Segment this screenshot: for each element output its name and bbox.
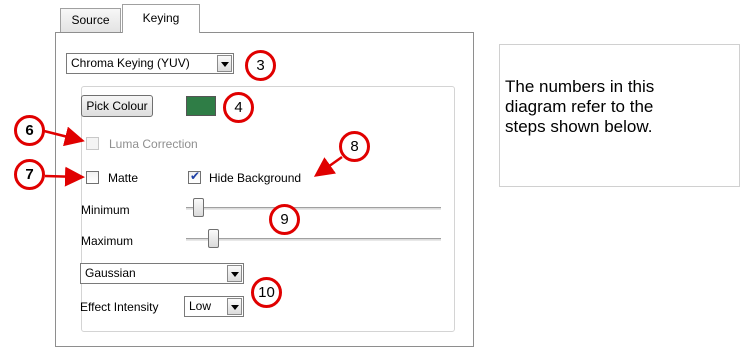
- step-6-badge: 6: [14, 115, 45, 146]
- tab-keying[interactable]: Keying: [122, 4, 200, 33]
- maximum-slider-track[interactable]: [186, 238, 441, 241]
- maximum-slider-thumb[interactable]: [208, 229, 219, 248]
- tab-source[interactable]: Source: [60, 8, 121, 32]
- chevron-down-icon[interactable]: [227, 298, 242, 315]
- luma-correction-label: Luma Correction: [109, 137, 198, 151]
- matte-checkbox[interactable]: [86, 171, 99, 184]
- colour-swatch[interactable]: [186, 96, 216, 116]
- effect-intensity-label: Effect Intensity: [80, 300, 159, 314]
- minimum-label: Minimum: [81, 203, 130, 217]
- keying-mode-value: Chroma Keying (YUV): [71, 56, 190, 70]
- keying-mode-dropdown[interactable]: Chroma Keying (YUV): [66, 53, 234, 74]
- chevron-down-icon[interactable]: [227, 265, 242, 282]
- step-7-badge: 7: [14, 159, 45, 190]
- step-8-badge: 8: [339, 131, 370, 162]
- step-9-badge: 9: [269, 204, 300, 235]
- hide-background-checkbox[interactable]: [188, 169, 201, 184]
- minimum-slider-thumb[interactable]: [193, 198, 204, 217]
- hide-background-label: Hide Background: [209, 171, 302, 185]
- minimum-slider-track[interactable]: [186, 207, 441, 210]
- matte-label: Matte: [108, 171, 139, 185]
- step-10-badge: 10: [251, 277, 282, 308]
- instruction-note-text: The numbers in this diagram refer to the…: [505, 77, 655, 136]
- luma-correction-checkbox[interactable]: [86, 137, 99, 150]
- maximum-label: Maximum: [81, 234, 134, 248]
- effect-intensity-value: Low: [189, 299, 212, 313]
- blur-type-dropdown[interactable]: Gaussian: [80, 263, 244, 284]
- blur-type-value: Gaussian: [85, 266, 136, 280]
- step-3-badge: 3: [245, 50, 276, 81]
- pick-colour-button[interactable]: Pick Colour: [81, 95, 153, 117]
- step-4-badge: 4: [223, 92, 254, 123]
- effect-intensity-dropdown[interactable]: Low: [184, 296, 244, 317]
- chevron-down-icon[interactable]: [217, 55, 232, 72]
- instruction-note: The numbers in this diagram refer to the…: [499, 44, 740, 187]
